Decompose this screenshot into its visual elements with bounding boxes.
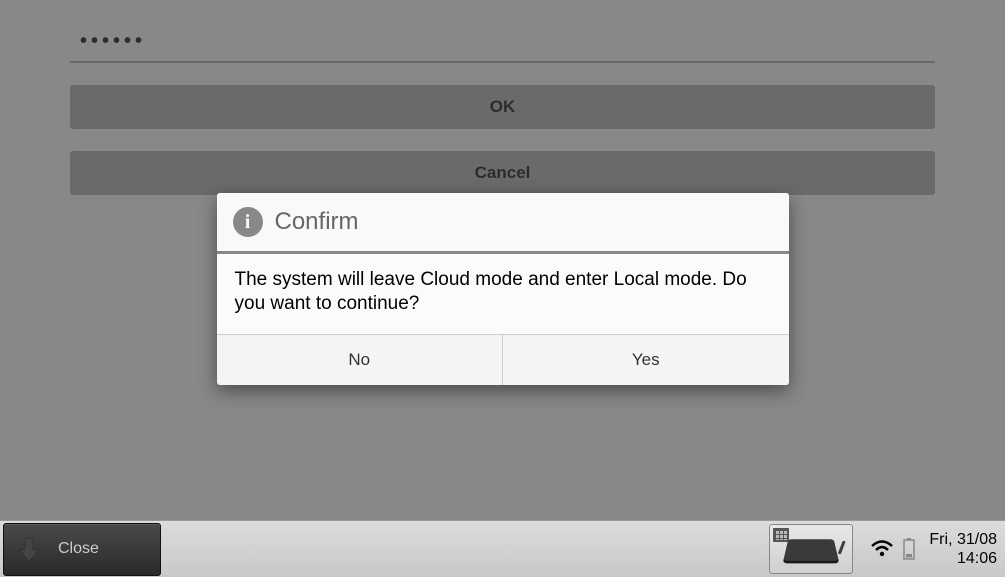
dialog-button-row: No Yes (217, 334, 789, 385)
no-button[interactable]: No (217, 335, 504, 385)
battery-icon (903, 538, 915, 560)
close-button-label: Close (58, 540, 99, 558)
dialog-header: i Confirm (217, 193, 789, 254)
dialog-message: The system will leave Cloud mode and ent… (217, 254, 789, 334)
dialog-title: Confirm (275, 208, 359, 236)
time-text: 14:06 (929, 549, 997, 568)
confirm-dialog: i Confirm The system will leave Cloud mo… (217, 193, 789, 385)
close-button[interactable]: Close (3, 523, 161, 576)
tablet-icon (784, 539, 839, 561)
yes-button[interactable]: Yes (503, 335, 789, 385)
tablet-tile[interactable] (769, 524, 853, 574)
info-icon: i (233, 207, 263, 237)
down-arrow-icon (14, 534, 44, 564)
datetime: Fri, 31/08 14:06 (929, 530, 997, 568)
wifi-icon (871, 540, 893, 558)
date-text: Fri, 31/08 (929, 530, 997, 549)
taskbar: Close Fri, 31/08 14:06 (0, 520, 1005, 577)
status-icons (871, 538, 915, 560)
grid-icon (773, 528, 789, 542)
